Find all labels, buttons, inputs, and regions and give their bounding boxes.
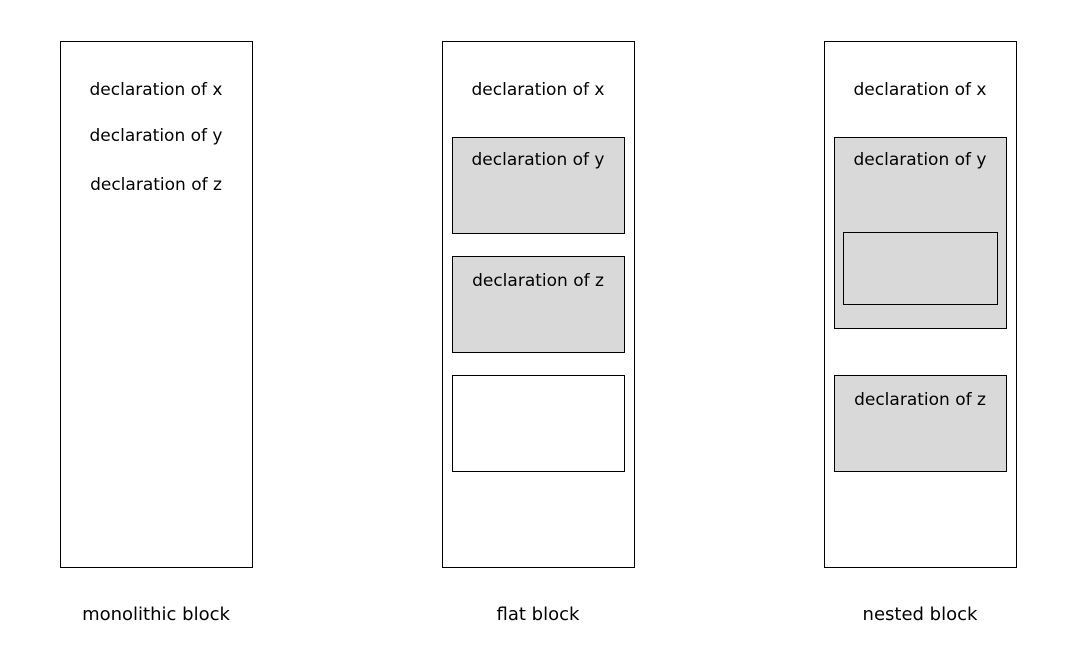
nested-inner-block (843, 232, 998, 305)
monolithic-declaration-x: declaration of x (89, 80, 223, 100)
flat-block-caption: flat block (496, 604, 580, 625)
monolithic-declaration-y: declaration of y (89, 126, 223, 146)
flat-block-empty (452, 375, 625, 472)
monolithic-block-panel (60, 41, 253, 568)
flat-declaration-x: declaration of x (471, 80, 605, 100)
nested-block-y-label: declaration of y (853, 150, 987, 170)
nested-declaration-x: declaration of x (853, 80, 987, 100)
monolithic-declaration-z: declaration of z (90, 175, 222, 195)
flat-block-z-label: declaration of z (472, 271, 604, 291)
monolithic-block-caption: monolithic block (82, 604, 230, 625)
flat-block-y-label: declaration of y (471, 150, 605, 170)
nested-block-caption: nested block (862, 604, 978, 625)
nested-block-z-label: declaration of z (854, 390, 986, 410)
